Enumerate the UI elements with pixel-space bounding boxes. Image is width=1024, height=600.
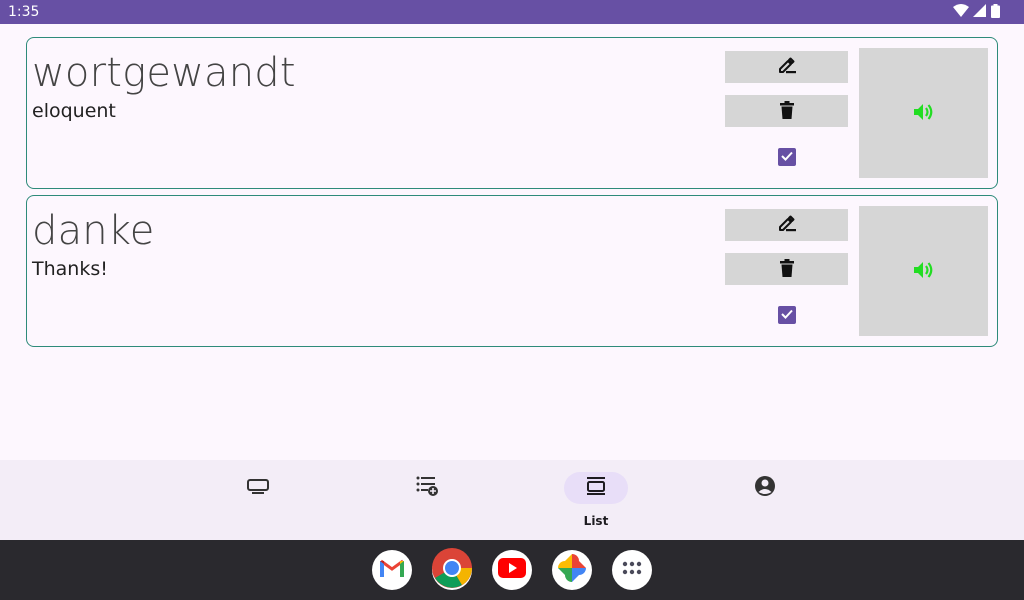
account-icon [754, 475, 776, 502]
youtube-icon [498, 557, 526, 583]
translation-text: eloquent [32, 100, 116, 122]
nav-item-add-word[interactable] [395, 472, 459, 532]
edit-icon [777, 215, 797, 236]
flashcard-icon [246, 477, 270, 500]
edit-button[interactable] [725, 51, 848, 83]
learned-checkbox[interactable] [778, 148, 796, 166]
word-text: wortgewandt [32, 50, 296, 96]
gmail-icon [379, 558, 405, 583]
edit-icon [777, 57, 797, 78]
app-drawer[interactable] [612, 550, 652, 590]
speaker-icon [913, 260, 935, 283]
pronounce-button[interactable] [859, 48, 988, 178]
translation-text: Thanks! [32, 258, 108, 280]
word-card: danke Thanks! [26, 195, 998, 347]
nav-icon-container [564, 472, 628, 504]
gmail-app[interactable] [372, 550, 412, 590]
photos-icon [557, 553, 587, 588]
learned-checkbox[interactable] [778, 306, 796, 324]
bottom-navigation: List [0, 460, 1024, 540]
speaker-icon [913, 102, 935, 125]
battery-icon [991, 4, 1000, 23]
taskbar [0, 540, 1024, 600]
photos-app[interactable] [552, 550, 592, 590]
nav-label: List [583, 514, 609, 528]
nav-icon-container [733, 472, 797, 504]
playlist-add-icon [415, 475, 439, 502]
list-icon [585, 476, 607, 501]
youtube-app[interactable] [492, 550, 532, 590]
nav-item-list[interactable]: List [564, 472, 628, 532]
signal-icon [973, 4, 987, 23]
nav-item-account[interactable] [733, 472, 797, 532]
word-text: danke [32, 208, 155, 254]
app-drawer-icon [622, 561, 642, 580]
check-icon [781, 148, 793, 166]
pronounce-button[interactable] [859, 206, 988, 336]
word-card: wortgewandt eloquent [26, 37, 998, 189]
nav-icon-container [226, 472, 290, 504]
delete-button[interactable] [725, 253, 848, 285]
chrome-icon [432, 547, 472, 593]
word-list: wortgewandt eloquent danke Thanks! [0, 24, 1024, 460]
chrome-app[interactable] [432, 547, 472, 593]
delete-icon [779, 258, 794, 280]
status-icons [953, 4, 1000, 23]
wifi-icon [953, 4, 969, 23]
delete-icon [779, 100, 794, 122]
edit-button[interactable] [725, 209, 848, 241]
status-time: 1:35 [8, 4, 40, 20]
status-bar: 1:35 [0, 0, 1024, 24]
check-icon [781, 306, 793, 324]
delete-button[interactable] [725, 95, 848, 127]
nav-icon-container [395, 472, 459, 504]
nav-item-flashcards[interactable] [226, 472, 290, 532]
